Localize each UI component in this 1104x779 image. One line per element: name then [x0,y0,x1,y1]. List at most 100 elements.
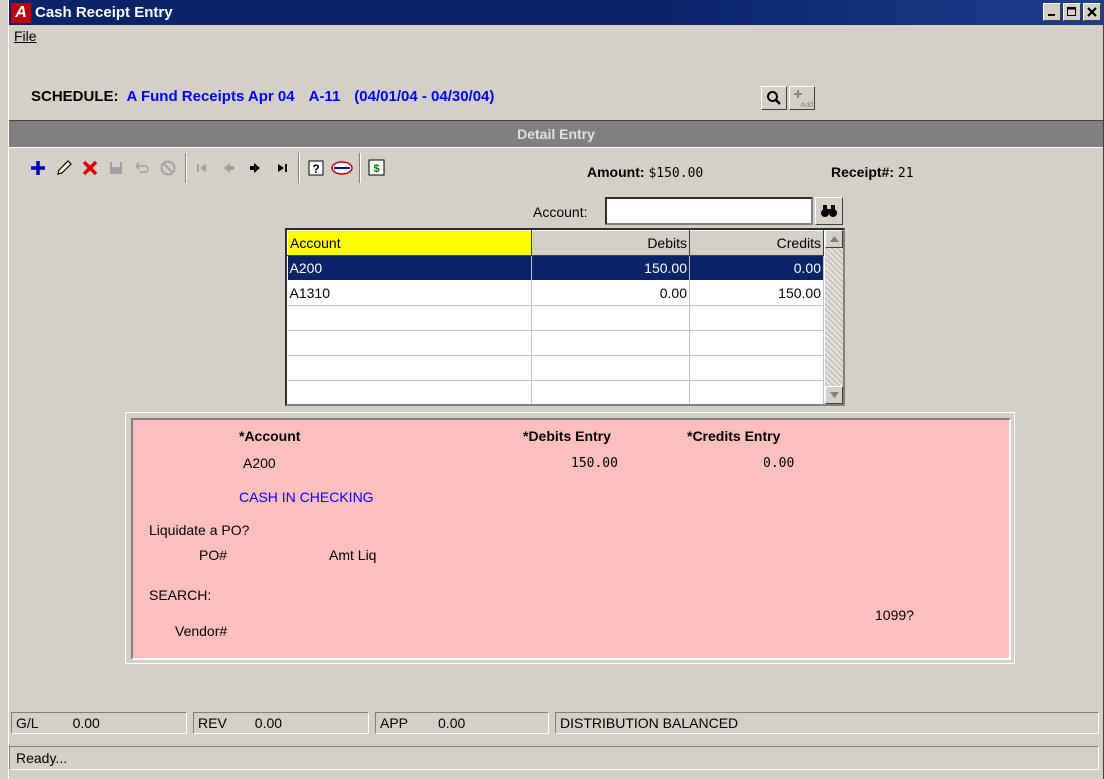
credits-field[interactable]: 0.00 [763,456,794,471]
liquidate-po-label: Liquidate a PO? [149,522,250,538]
app-logo-icon: A [11,2,31,23]
account-field-label: *Account [239,428,301,444]
cell-account[interactable]: A200 [287,255,532,281]
cancel-button[interactable] [155,155,181,181]
save-button[interactable] [103,155,129,181]
help-group: ? [299,153,360,183]
menu-bar: File [9,25,1103,47]
table-row[interactable]: A1310 0.00 150.00 [287,280,824,306]
help-button[interactable]: ? [303,155,329,181]
edit-group [21,153,186,183]
scroll-up-button[interactable] [825,230,843,248]
vendor-number-label: Vendor# [175,623,228,639]
distribution-grid[interactable]: Account Debits Credits A200 150.00 0.00 … [285,228,845,406]
add-button[interactable] [25,155,51,181]
nav-group [186,153,299,183]
scroll-down-button[interactable] [825,386,843,404]
arrow-up-icon [829,236,839,242]
edit-icon [57,160,72,175]
status-text: Ready... [16,750,68,766]
minimize-button[interactable] [1043,3,1061,21]
maximize-button[interactable] [1063,3,1081,21]
edit-button[interactable] [51,155,77,181]
cell-debits[interactable]: 150.00 [531,255,690,281]
undo-button[interactable] [129,155,155,181]
cell-debits[interactable]: 0.00 [531,280,690,306]
detail-entry-bar: Detail Entry [9,120,1103,148]
amt-liq-label: Amt Liq [329,547,377,563]
add-schedule-button[interactable]: Add [789,86,815,110]
logo-icon [331,161,353,175]
magnifier-icon [767,91,781,105]
table-row-empty[interactable] [287,355,824,381]
calculator-icon: $ [368,159,385,176]
first-record-button[interactable] [190,155,216,181]
debits-field[interactable]: 150.00 [571,456,618,471]
schedule-label: SCHEDULE: [31,88,119,105]
close-icon [1087,7,1097,17]
column-header-account[interactable]: Account [287,230,532,256]
amount-label: Amount: [587,164,645,180]
rev-label: REV [198,715,227,731]
app-value: 0.00 [438,715,466,731]
cancel-icon [160,160,176,176]
table-row-empty[interactable] [287,305,824,331]
record-toolbar: ? $ [21,150,394,186]
grid-scrollbar[interactable] [825,230,843,404]
schedule-code: A-11 [308,88,341,105]
credits-field-label: *Credits Entry [687,428,781,444]
arrow-down-icon [829,392,839,398]
schedule-range: (04/01/04 - 04/30/04) [354,88,495,105]
cash-receipt-window: A Cash Receipt Entry File SCHEDULE: A Fu… [8,0,1104,779]
cell-account[interactable]: A1310 [287,280,532,306]
table-row-empty[interactable] [287,380,824,404]
account-description: CASH IN CHECKING [239,489,374,505]
minimize-icon [1048,14,1055,16]
receipt-display: Receipt#: 21 [831,164,914,181]
logo-button[interactable] [329,155,355,181]
receipt-label: Receipt#: [831,164,895,180]
maximize-icon [1067,7,1076,16]
totals-status-bar: G/L 0.00 REV 0.00 APP 0.00 DISTRIBUTION … [9,712,1103,736]
close-button[interactable] [1083,3,1101,21]
table-row[interactable]: A200 150.00 0.00 [287,255,824,281]
search-schedule-button[interactable] [761,86,787,110]
next-record-button[interactable] [242,155,268,181]
schedule-name: A Fund Receipts Apr 04 [126,88,295,105]
window-title: Cash Receipt Entry [35,4,173,21]
cell-credits[interactable]: 150.00 [689,280,824,306]
amount-display: Amount: $150.00 [587,164,703,181]
next-record-icon [250,163,260,173]
amount-value: $150.00 [648,166,704,181]
cell-credits[interactable]: 0.00 [689,255,824,281]
binoculars-icon [821,205,837,217]
find-account-button[interactable] [815,197,843,225]
detail-entry-panel: *Account *Debits Entry *Credits Entry A2… [131,418,1011,660]
balance-message: DISTRIBUTION BALANCED [560,715,739,731]
delete-button[interactable] [77,155,103,181]
previous-record-button[interactable] [216,155,242,181]
table-row-empty[interactable] [287,330,824,356]
column-header-credits[interactable]: Credits [689,230,824,256]
section-title: Detail Entry [517,126,595,142]
account-search-input[interactable] [605,197,813,225]
save-icon [110,162,122,174]
previous-record-icon [224,163,234,173]
menu-file[interactable]: File [9,28,42,44]
debits-field-label: *Debits Entry [523,428,611,444]
column-header-debits[interactable]: Debits [531,230,690,256]
calc-group: $ [360,153,394,183]
po-number-label: PO# [199,547,228,563]
app-panel: APP 0.00 [375,712,549,734]
gl-panel: G/L 0.00 [11,712,187,734]
menu-file-label: File [14,28,37,44]
schedule-info: SCHEDULE: A Fund Receipts Apr 04 A-11 (0… [31,88,494,105]
last-record-button[interactable] [268,155,294,181]
search-label: SEARCH: [149,587,212,603]
help-icon: ? [308,160,324,176]
add-icon [31,161,45,175]
account-field[interactable]: A200 [243,455,276,471]
calculator-button[interactable]: $ [364,155,390,181]
undo-icon [135,162,149,173]
title-bar[interactable]: A Cash Receipt Entry [9,0,1103,25]
